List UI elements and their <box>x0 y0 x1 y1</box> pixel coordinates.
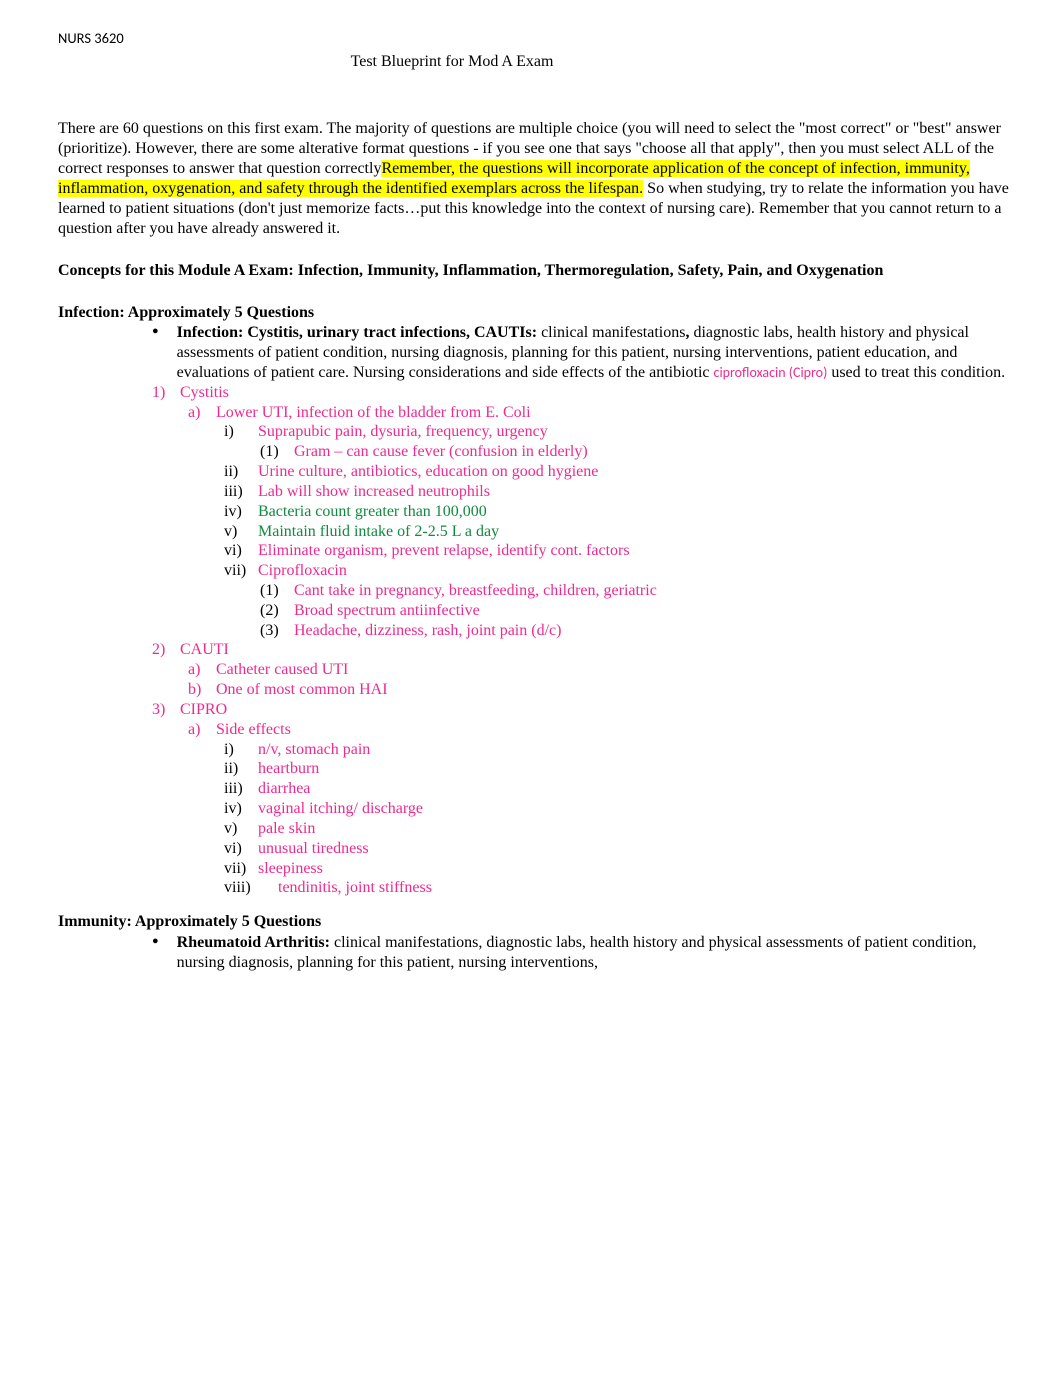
list-marker: iv) <box>224 502 258 522</box>
list-marker: iii) <box>224 482 258 502</box>
bullet-icon: ● <box>152 326 159 337</box>
list-item: a)Catheter caused UTI <box>188 660 1026 680</box>
list-item: vii)sleepiness <box>224 859 1026 879</box>
list-marker: iii) <box>224 779 258 799</box>
list-text: Suprapubic pain, dysuria, frequency, urg… <box>258 422 1026 442</box>
list-item: v)Maintain fluid intake of 2-2.5 L a day <box>224 522 1026 542</box>
list-text: Cystitis <box>180 383 1026 403</box>
list-text: Urine culture, antibiotics, education on… <box>258 462 1026 482</box>
list-item: iii)Lab will show increased neutrophils <box>224 482 1026 502</box>
list-marker: ii) <box>224 759 258 779</box>
list-item: 2)CAUTI <box>152 640 1026 660</box>
list-marker: vii) <box>224 561 258 581</box>
list-text: vaginal itching/ discharge <box>258 799 1026 819</box>
list-item: i)n/v, stomach pain <box>224 740 1026 760</box>
list-text: Side effects <box>216 720 1026 740</box>
list-text: Cant take in pregnancy, breastfeeding, c… <box>294 581 1026 601</box>
list-marker: b) <box>188 680 216 700</box>
list-marker: 3) <box>152 700 180 720</box>
list-marker: (3) <box>260 621 294 641</box>
list-text: Eliminate organism, prevent relapse, ide… <box>258 541 1026 561</box>
list-text: Ciprofloxacin <box>258 561 1026 581</box>
list-text: One of most common HAI <box>216 680 1026 700</box>
list-marker: ii) <box>224 462 258 482</box>
infection-heading: Infection: Approximately 5 Questions <box>58 303 1026 323</box>
list-marker: (1) <box>260 442 294 462</box>
list-text: pale skin <box>258 819 1026 839</box>
list-text: tendinitis, joint stiffness <box>278 878 1026 898</box>
list-item: (2) Broad spectrum antiinfective <box>260 601 1026 621</box>
list-item: ii)heartburn <box>224 759 1026 779</box>
list-marker: i) <box>224 422 258 442</box>
list-text: diarrhea <box>258 779 1026 799</box>
list-text: Bacteria count greater than 100,000 <box>258 502 1026 522</box>
list-marker: 2) <box>152 640 180 660</box>
list-item: ii)Urine culture, antibiotics, education… <box>224 462 1026 482</box>
immunity-bullet: ● Rheumatoid Arthritis: clinical manifes… <box>152 933 1026 973</box>
list-item: (1) Cant take in pregnancy, breastfeedin… <box>260 581 1026 601</box>
course-code: NURS 3620 <box>58 30 1026 48</box>
list-marker: v) <box>224 819 258 839</box>
list-marker: vi) <box>224 541 258 561</box>
list-item: v)pale skin <box>224 819 1026 839</box>
list-marker: a) <box>188 660 216 680</box>
list-text: CAUTI <box>180 640 1026 660</box>
infection-bullet-text-a: clinical manifestations <box>541 324 685 341</box>
list-marker: i) <box>224 740 258 760</box>
list-item: (3) Headache, dizziness, rash, joint pai… <box>260 621 1026 641</box>
list-text: Headache, dizziness, rash, joint pain (d… <box>294 621 1026 641</box>
list-text: n/v, stomach pain <box>258 740 1026 760</box>
list-item: i)Suprapubic pain, dysuria, frequency, u… <box>224 422 1026 442</box>
immunity-bullet-body: Rheumatoid Arthritis: clinical manifesta… <box>177 933 1026 973</box>
list-item: 1)Cystitis <box>152 383 1026 403</box>
list-marker: a) <box>188 720 216 740</box>
infection-bullet-body: Infection: Cystitis, urinary tract infec… <box>177 323 1026 382</box>
list-text: Catheter caused UTI <box>216 660 1026 680</box>
list-marker: vii) <box>224 859 258 879</box>
list-marker: a) <box>188 403 216 423</box>
infection-bullet-text-c: used to treat this condition. <box>827 364 1005 381</box>
intro-paragraph: There are 60 questions on this first exa… <box>58 119 1026 239</box>
list-item: b)One of most common HAI <box>188 680 1026 700</box>
list-marker: v) <box>224 522 258 542</box>
list-text: CIPRO <box>180 700 1026 720</box>
list-item: viii)tendinitis, joint stiffness <box>224 878 1026 898</box>
list-item: (1) Gram – can cause fever (confusion in… <box>260 442 1026 462</box>
list-item: iii)diarrhea <box>224 779 1026 799</box>
list-item: vi)Eliminate organism, prevent relapse, … <box>224 541 1026 561</box>
list-text: Lab will show increased neutrophils <box>258 482 1026 502</box>
list-marker: 1) <box>152 383 180 403</box>
list-marker: iv) <box>224 799 258 819</box>
list-text: Lower UTI, infection of the bladder from… <box>216 403 1026 423</box>
bullet-icon: ● <box>152 936 159 947</box>
page-title: Test Blueprint for Mod A Exam <box>58 52 1026 72</box>
list-item: a)Side effects <box>188 720 1026 740</box>
list-text: Gram – can cause fever (confusion in eld… <box>294 442 1026 462</box>
list-item: vii)Ciprofloxacin <box>224 561 1026 581</box>
cipro-text: ciprofloxacin (Cipro) <box>714 364 828 381</box>
list-text: Broad spectrum antiinfective <box>294 601 1026 621</box>
list-item: iv)vaginal itching/ discharge <box>224 799 1026 819</box>
list-marker: (1) <box>260 581 294 601</box>
list-text: sleepiness <box>258 859 1026 879</box>
immunity-heading: Immunity: Approximately 5 Questions <box>58 912 1026 932</box>
list-item: vi)unusual tiredness <box>224 839 1026 859</box>
list-text: Maintain fluid intake of 2-2.5 L a day <box>258 522 1026 542</box>
list-marker: viii) <box>224 878 278 898</box>
list-text: heartburn <box>258 759 1026 779</box>
infection-bullet-bold: Infection: Cystitis, urinary tract infec… <box>177 324 541 341</box>
list-marker: (2) <box>260 601 294 621</box>
concepts-heading: Concepts for this Module A Exam: Infecti… <box>58 261 1026 281</box>
immunity-bullet-bold: Rheumatoid Arthritis: <box>177 934 334 951</box>
list-text: unusual tiredness <box>258 839 1026 859</box>
infection-bullet: ● Infection: Cystitis, urinary tract inf… <box>152 323 1026 382</box>
list-item: 3)CIPRO <box>152 700 1026 720</box>
list-marker: vi) <box>224 839 258 859</box>
list-item: a)Lower UTI, infection of the bladder fr… <box>188 403 1026 423</box>
list-item: iv)Bacteria count greater than 100,000 <box>224 502 1026 522</box>
